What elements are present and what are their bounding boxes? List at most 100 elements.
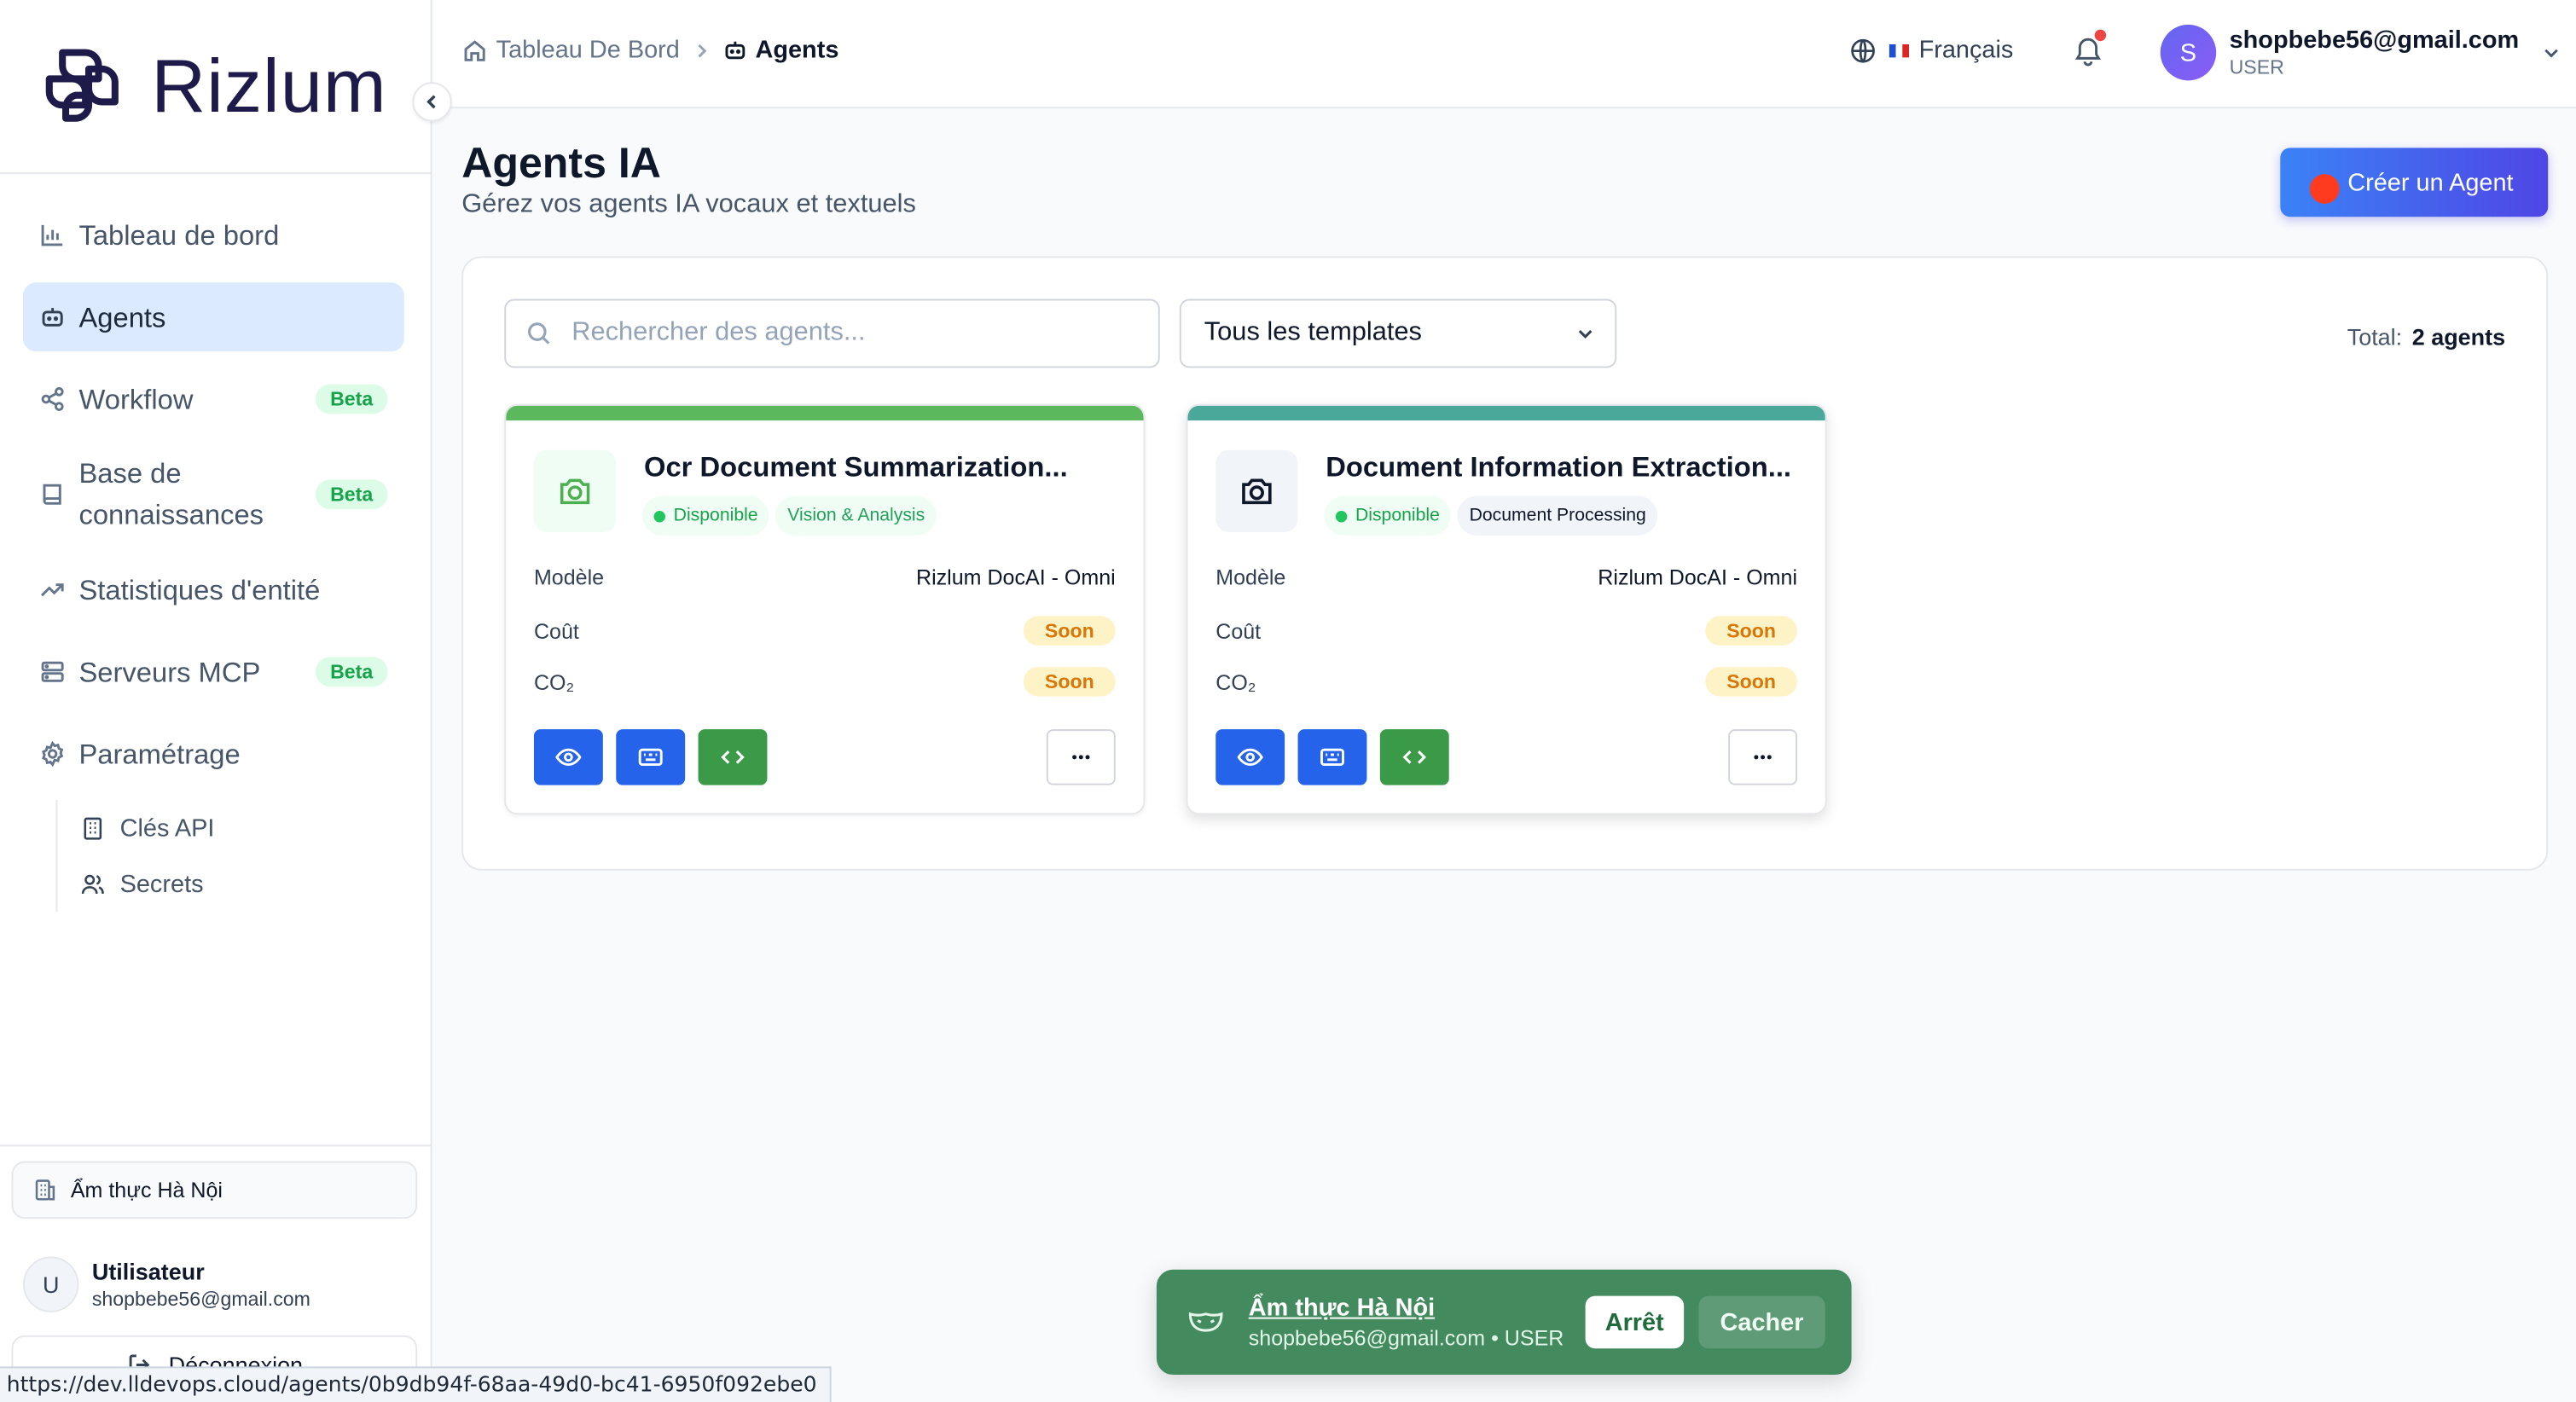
sidebar-item-mcp-servers[interactable]: Serveurs MCP Beta <box>23 637 404 706</box>
co2-badge: Soon <box>1705 666 1798 697</box>
category-badge: Document Processing <box>1458 495 1658 536</box>
view-button[interactable] <box>533 729 603 785</box>
toast-details: shopbebe56@gmail.com • USER <box>1248 1325 1564 1351</box>
page-title: Agents IA <box>461 137 661 188</box>
sidebar-item-knowledge-base[interactable]: Base de connaissances Beta <box>23 447 404 542</box>
cost-label: Coût <box>1215 618 1262 644</box>
chevron-right-icon <box>693 42 709 58</box>
home-icon <box>461 37 488 63</box>
code-button[interactable] <box>698 729 768 785</box>
cost-badge: Soon <box>1023 616 1116 646</box>
sidebar-item-label: Serveurs MCP <box>78 656 261 688</box>
language-switcher[interactable]: Français <box>1850 36 2014 65</box>
keyboard-icon <box>1320 748 1344 766</box>
sidebar-nav: Tableau de bord Agents Workflow Beta Bas… <box>22 200 404 802</box>
hide-button[interactable]: Cacher <box>1698 1295 1825 1349</box>
agent-title[interactable]: Ocr Document Summarization... <box>644 452 1068 485</box>
create-agent-button[interactable]: Créer un Agent <box>2280 148 2549 217</box>
cost-row: Coût Soon <box>1215 616 1798 646</box>
rizlum-logo-icon <box>45 49 119 122</box>
stop-button[interactable]: Arrêt <box>1585 1295 1684 1349</box>
browser-status-url: https://dev.lldevops.cloud/agents/0b9db9… <box>0 1366 832 1402</box>
book-icon <box>39 481 66 507</box>
chevron-down-icon <box>1575 323 1595 343</box>
impersonation-toast: Ẩm thực Hà Nội shopbebe56@gmail.com • US… <box>1156 1269 1852 1376</box>
sidebar-collapse-button[interactable] <box>412 82 452 122</box>
divider <box>0 172 431 175</box>
beta-badge: Beta <box>315 657 388 687</box>
sidebar-item-label: Paramétrage <box>78 738 241 770</box>
users-icon <box>80 872 105 896</box>
embed-button[interactable] <box>1297 729 1367 785</box>
cost-label: Coût <box>533 618 579 644</box>
camera-icon <box>1215 449 1298 533</box>
breadcrumb-current: Agents <box>755 36 839 65</box>
agent-card[interactable]: Ocr Document Summarization... Disponible… <box>504 403 1146 815</box>
search-box[interactable] <box>504 298 1160 368</box>
user-name: Utilisateur <box>91 1258 205 1285</box>
top-header: Tableau De Bord Agents Français S shopbe… <box>433 0 2576 109</box>
more-options-button[interactable] <box>1728 729 1798 785</box>
more-options-button[interactable] <box>1046 729 1116 785</box>
total-label: Total: <box>2347 323 2403 350</box>
code-button[interactable] <box>1379 729 1449 785</box>
model-label: Modèle <box>1215 565 1286 590</box>
create-agent-label: Créer un Agent <box>2347 168 2514 197</box>
divider <box>0 1144 431 1147</box>
user-email: shopbebe56@gmail.com <box>2229 26 2520 55</box>
card-actions <box>1215 729 1462 785</box>
breadcrumb-home[interactable]: Tableau De Bord <box>496 36 680 64</box>
trending-icon <box>39 576 66 603</box>
language-label: Français <box>1918 36 2014 65</box>
sidebar-item-label: Base de connaissances <box>78 458 264 531</box>
cost-row: Coût Soon <box>534 616 1116 646</box>
user-email: shopbebe56@gmail.com <box>91 1287 310 1311</box>
sidebar-item-dashboard[interactable]: Tableau de bord <box>23 200 404 269</box>
agent-title[interactable]: Document Information Extraction... <box>1326 452 1791 485</box>
card-actions <box>533 729 780 785</box>
sidebar-item-label: Tableau de bord <box>78 219 280 251</box>
co2-badge: Soon <box>1023 666 1116 697</box>
co2-label: CO₂ <box>533 669 575 694</box>
server-icon <box>39 658 66 685</box>
total-count: Total: 2 agents <box>2347 323 2505 350</box>
sidebar-user[interactable]: U Utilisateur shopbebe56@gmail.com <box>22 1256 310 1312</box>
agent-badges: Disponible Vision & Analysis <box>642 495 943 536</box>
embed-button[interactable] <box>616 729 686 785</box>
organization-switcher[interactable]: Ẩm thực Hà Nội <box>11 1161 418 1220</box>
sidebar-subitem-api-keys[interactable]: Clés API <box>80 800 214 855</box>
sidebar: Rizlum Tableau de bord Agents Workflow B… <box>0 0 432 1402</box>
view-button[interactable] <box>1215 729 1285 785</box>
template-select-value: Tous les templates <box>1204 318 1422 347</box>
status-label: Disponible <box>1355 506 1440 526</box>
category-badge: Vision & Analysis <box>775 495 937 536</box>
sidebar-item-settings[interactable]: Paramétrage <box>23 720 404 789</box>
bar-chart-icon <box>39 222 66 248</box>
user-menu[interactable]: S shopbebe56@gmail.com USER <box>2160 24 2562 81</box>
code-icon <box>1402 750 1427 764</box>
sidebar-item-agents[interactable]: Agents <box>22 282 404 352</box>
sidebar-item-entity-stats[interactable]: Statistiques d'entité <box>23 555 404 624</box>
sidebar-item-workflow[interactable]: Workflow Beta <box>23 365 404 434</box>
avatar: S <box>2160 24 2217 81</box>
toast-org-name[interactable]: Ẩm thực Hà Nội <box>1249 1295 1564 1323</box>
organization-name: Ẩm thực Hà Nội <box>70 1177 223 1202</box>
notification-dot <box>2094 29 2107 42</box>
agent-card[interactable]: Document Information Extraction... Dispo… <box>1186 403 1827 815</box>
co2-row: CO₂ Soon <box>533 666 1116 697</box>
eye-icon <box>1237 748 1263 766</box>
model-value: Rizlum DocAI - Omni <box>916 565 1116 590</box>
status-dot <box>1335 510 1348 522</box>
search-input[interactable] <box>571 318 1131 349</box>
sidebar-item-label: Workflow <box>78 383 194 415</box>
notifications-button[interactable] <box>2072 29 2108 70</box>
beta-badge: Beta <box>315 384 388 414</box>
building-icon <box>33 1178 58 1202</box>
sidebar-subitem-label: Clés API <box>119 814 215 843</box>
template-select[interactable]: Tous les templates <box>1179 298 1617 368</box>
sidebar-subitem-secrets[interactable]: Secrets <box>80 855 214 911</box>
search-icon <box>525 321 552 347</box>
sidebar-item-label: Statistiques d'entité <box>78 574 321 605</box>
brand-logo[interactable]: Rizlum <box>39 43 386 128</box>
total-value: 2 agents <box>2411 323 2506 350</box>
